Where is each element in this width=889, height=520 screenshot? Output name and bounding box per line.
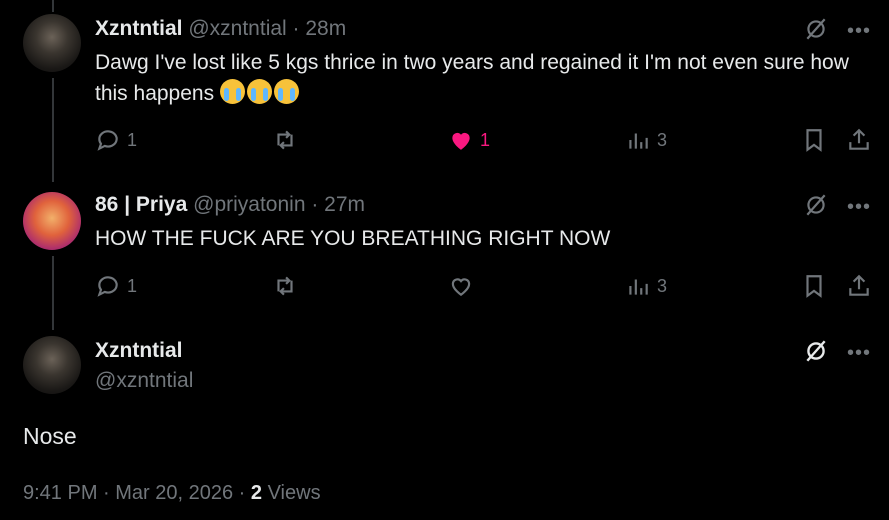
tweet-text: Nose xyxy=(23,423,77,449)
bookmark-icon xyxy=(806,129,822,152)
avatar[interactable] xyxy=(23,336,81,394)
views-count: 3 xyxy=(657,129,668,150)
grok-icon[interactable] xyxy=(803,192,829,223)
tweet-2[interactable]: 86 | Priya @priyatonin · 27m ••• HOW THE… xyxy=(0,182,889,330)
more-options-icon[interactable]: ••• xyxy=(847,196,871,219)
views-button[interactable]: 3 xyxy=(625,126,667,154)
tweet-time[interactable]: · 27m xyxy=(311,193,365,216)
author-handle[interactable]: @priyatonin xyxy=(193,193,305,216)
reply-count: 1 xyxy=(127,275,138,296)
reply-icon xyxy=(97,276,118,297)
tweet-time[interactable]: · 28m xyxy=(293,17,347,40)
retweet-button[interactable] xyxy=(272,126,298,154)
avatar[interactable] xyxy=(23,14,81,72)
views-button[interactable]: 3 xyxy=(625,272,667,300)
main-tweet: Xzntntial @xzntntial ••• Nose 9:41 PM · … xyxy=(0,330,889,520)
grok-icon[interactable] xyxy=(803,16,829,47)
retweet-button[interactable] xyxy=(272,272,298,300)
bookmark-button[interactable] xyxy=(801,126,827,154)
tweet-1[interactable]: Xzntntial @xzntntial · 28m ••• Dawg I've… xyxy=(0,0,889,180)
tweet-text: Dawg I've lost like 5 kgs thrice in two … xyxy=(95,51,849,105)
heart-filled-icon xyxy=(452,132,470,150)
like-count: 1 xyxy=(480,129,491,150)
loudly-crying-face-icon xyxy=(273,79,299,104)
share-icon xyxy=(849,274,869,296)
share-icon xyxy=(849,128,869,150)
like-button[interactable]: 1 xyxy=(448,126,490,154)
timestamp-text[interactable]: 9:41 PM · Mar 20, 2026 · xyxy=(23,482,251,504)
tweet-text: HOW THE FUCK ARE YOU BREATHING RIGHT NOW xyxy=(95,227,611,250)
bookmark-button[interactable] xyxy=(801,272,827,300)
author-name[interactable]: Xzntntial xyxy=(95,339,183,362)
analytics-icon xyxy=(629,279,648,295)
analytics-icon xyxy=(629,133,648,149)
views-count: 2 xyxy=(250,482,263,504)
reply-icon xyxy=(97,130,118,151)
author-handle[interactable]: @xzntntial xyxy=(95,369,193,392)
views-count: 3 xyxy=(657,275,668,296)
like-button[interactable] xyxy=(448,272,474,300)
retweet-icon xyxy=(277,276,293,296)
avatar[interactable] xyxy=(23,192,81,250)
grok-icon[interactable] xyxy=(803,338,829,369)
author-name[interactable]: 86 | Priya xyxy=(95,193,187,216)
share-button[interactable] xyxy=(846,126,872,154)
author-name[interactable]: Xzntntial xyxy=(95,17,183,40)
tweet-timestamp: 9:41 PM · Mar 20, 2026 · 2 Views xyxy=(23,482,321,505)
share-button[interactable] xyxy=(846,272,872,300)
retweet-icon xyxy=(277,130,293,150)
reply-count: 1 xyxy=(127,129,138,150)
bookmark-icon xyxy=(806,275,822,298)
reply-button[interactable]: 1 xyxy=(95,126,137,154)
more-options-icon[interactable]: ••• xyxy=(847,20,871,43)
reply-button[interactable]: 1 xyxy=(95,272,137,300)
loudly-crying-face-icon xyxy=(219,79,245,104)
more-options-icon[interactable]: ••• xyxy=(847,342,871,365)
loudly-crying-face-icon xyxy=(246,79,272,104)
heart-icon xyxy=(451,278,471,296)
views-label: Views xyxy=(267,482,321,504)
author-handle[interactable]: @xzntntial xyxy=(188,17,286,40)
